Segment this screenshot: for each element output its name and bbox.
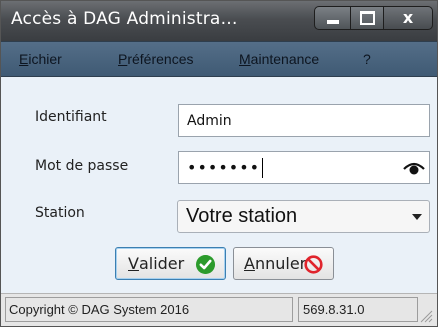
status-bar: Copyright © DAG System 2016 569.8.31.0 xyxy=(1,293,437,326)
title-bar[interactable]: Accès à DAG Administra… x xyxy=(1,1,437,41)
menu-label: références xyxy=(127,51,194,67)
close-button[interactable]: x xyxy=(383,6,433,30)
station-value: Votre station xyxy=(186,205,298,227)
menu-label: ? xyxy=(363,51,371,67)
minimize-button[interactable] xyxy=(314,6,351,30)
menu-accelerator: P xyxy=(118,51,128,67)
valider-button[interactable]: Valider xyxy=(115,247,226,280)
dropdown-arrow-icon xyxy=(412,214,422,220)
station-select[interactable]: Votre station xyxy=(177,200,430,233)
password-label: Mot de passe xyxy=(35,158,129,174)
version-text: 569.8.31.0 xyxy=(298,297,418,322)
menu-bar: Eichier Préférences Maintenance ? xyxy=(1,41,437,77)
identifiant-input[interactable]: Admin xyxy=(178,104,430,137)
close-icon: x xyxy=(402,8,414,27)
annuler-button[interactable]: Annuler xyxy=(233,247,334,280)
menu-accelerator: M xyxy=(239,51,251,67)
minimize-icon xyxy=(326,20,339,24)
station-label: Station xyxy=(35,205,85,221)
identifiant-label: Identifiant xyxy=(35,109,107,125)
window-title: Accès à DAG Administra… xyxy=(11,9,238,29)
password-value: ••••••• xyxy=(187,158,261,177)
maximize-button[interactable] xyxy=(350,6,384,30)
menu-help[interactable]: ? xyxy=(363,51,371,67)
no-sign-icon xyxy=(304,255,323,274)
copyright-text: Copyright © DAG System 2016 xyxy=(5,297,293,322)
password-input[interactable]: ••••••• xyxy=(178,151,430,184)
button-label: alider xyxy=(138,254,185,273)
button-accelerator: V xyxy=(128,254,139,273)
menu-maintenance[interactable]: Maintenance xyxy=(239,51,319,67)
maximize-icon xyxy=(359,11,375,25)
button-accelerator: A xyxy=(244,254,255,273)
resize-grip-icon[interactable] xyxy=(419,309,433,323)
text-caret xyxy=(262,157,264,178)
menu-label: aintenance xyxy=(250,51,320,67)
eye-icon[interactable] xyxy=(403,160,425,176)
login-window: Accès à DAG Administra… x Eichier Préfér… xyxy=(0,0,438,327)
menu-accelerator: E xyxy=(19,51,29,67)
check-icon xyxy=(196,255,215,274)
button-label: nnuler xyxy=(254,254,307,273)
menu-label: ichier xyxy=(28,51,62,67)
menu-preferences[interactable]: Préférences xyxy=(118,51,194,67)
menu-fichier[interactable]: Eichier xyxy=(19,51,62,67)
identifiant-value: Admin xyxy=(187,112,232,129)
